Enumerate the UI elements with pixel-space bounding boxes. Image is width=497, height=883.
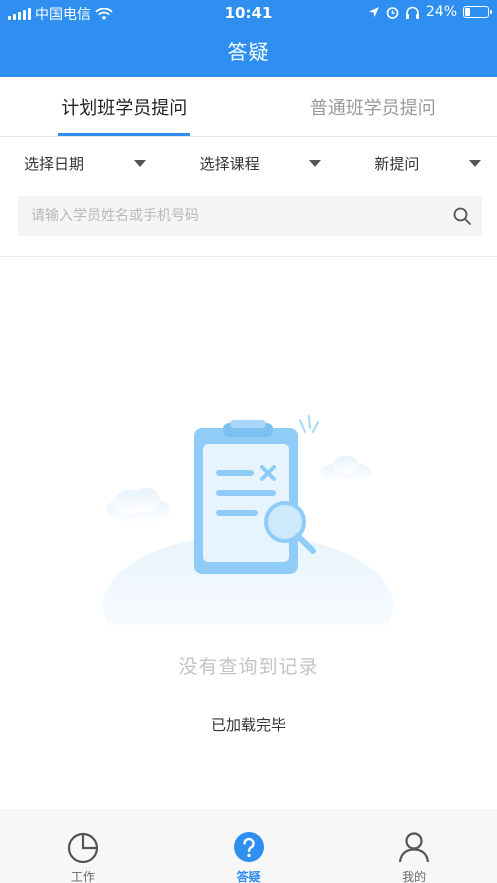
sort-filter-label: 新提问 [374, 155, 420, 173]
battery-icon [463, 6, 492, 18]
alarm-icon [386, 6, 399, 19]
filter-bar: 选择日期 选择课程 新提问 [0, 138, 497, 190]
divider [0, 256, 497, 257]
location-icon [368, 7, 379, 17]
battery-fill [465, 8, 470, 16]
tab-active-indicator [58, 133, 191, 136]
search-box [18, 196, 482, 236]
bottom-nav-label: 答疑 [236, 870, 261, 883]
tab-label: 计划班学员提问 [61, 98, 188, 119]
tab-label: 普通班学员提问 [309, 98, 436, 119]
headphones-icon [405, 6, 419, 19]
bottom-nav-label: 我的 [402, 870, 427, 883]
status-bar: 中国电信 10:41 24% [0, 0, 497, 26]
sort-filter-dropdown[interactable]: 新提问 [331, 138, 497, 190]
bottom-nav-qa[interactable]: 答疑 [166, 811, 332, 883]
tab-bar: 计划班学员提问 普通班学员提问 [0, 77, 497, 137]
caret-down-icon [308, 160, 321, 167]
course-filter-dropdown[interactable]: 选择课程 [166, 138, 332, 190]
top-bar: 中国电信 10:41 24% 答疑 [0, 0, 497, 77]
pie-chart-icon [67, 832, 98, 863]
loaded-complete-text: 已加载完毕 [210, 716, 286, 734]
bottom-nav: 工作 答疑 我的 [0, 810, 497, 883]
bottom-nav-mine[interactable]: 我的 [331, 811, 497, 883]
status-right: 24% [368, 4, 492, 20]
date-filter-label: 选择日期 [24, 155, 85, 173]
caret-down-icon [469, 160, 482, 167]
search-input[interactable] [18, 196, 438, 236]
caret-down-icon [134, 160, 146, 167]
page-title: 答疑 [227, 40, 270, 64]
empty-state-message: 没有查询到记录 [178, 656, 319, 678]
tab-regular-class-questions[interactable]: 普通班学员提问 [249, 77, 497, 136]
date-filter-dropdown[interactable]: 选择日期 [0, 138, 166, 190]
tab-plan-class-questions[interactable]: 计划班学员提问 [0, 77, 249, 136]
search-icon[interactable] [452, 206, 472, 226]
question-icon [233, 832, 264, 862]
bottom-nav-label: 工作 [70, 870, 95, 883]
battery-percent: 24% [425, 4, 457, 20]
course-filter-label: 选择课程 [199, 155, 260, 173]
person-icon [399, 832, 430, 863]
empty-clipboard-illustration [103, 415, 393, 625]
bottom-nav-work[interactable]: 工作 [0, 811, 166, 883]
